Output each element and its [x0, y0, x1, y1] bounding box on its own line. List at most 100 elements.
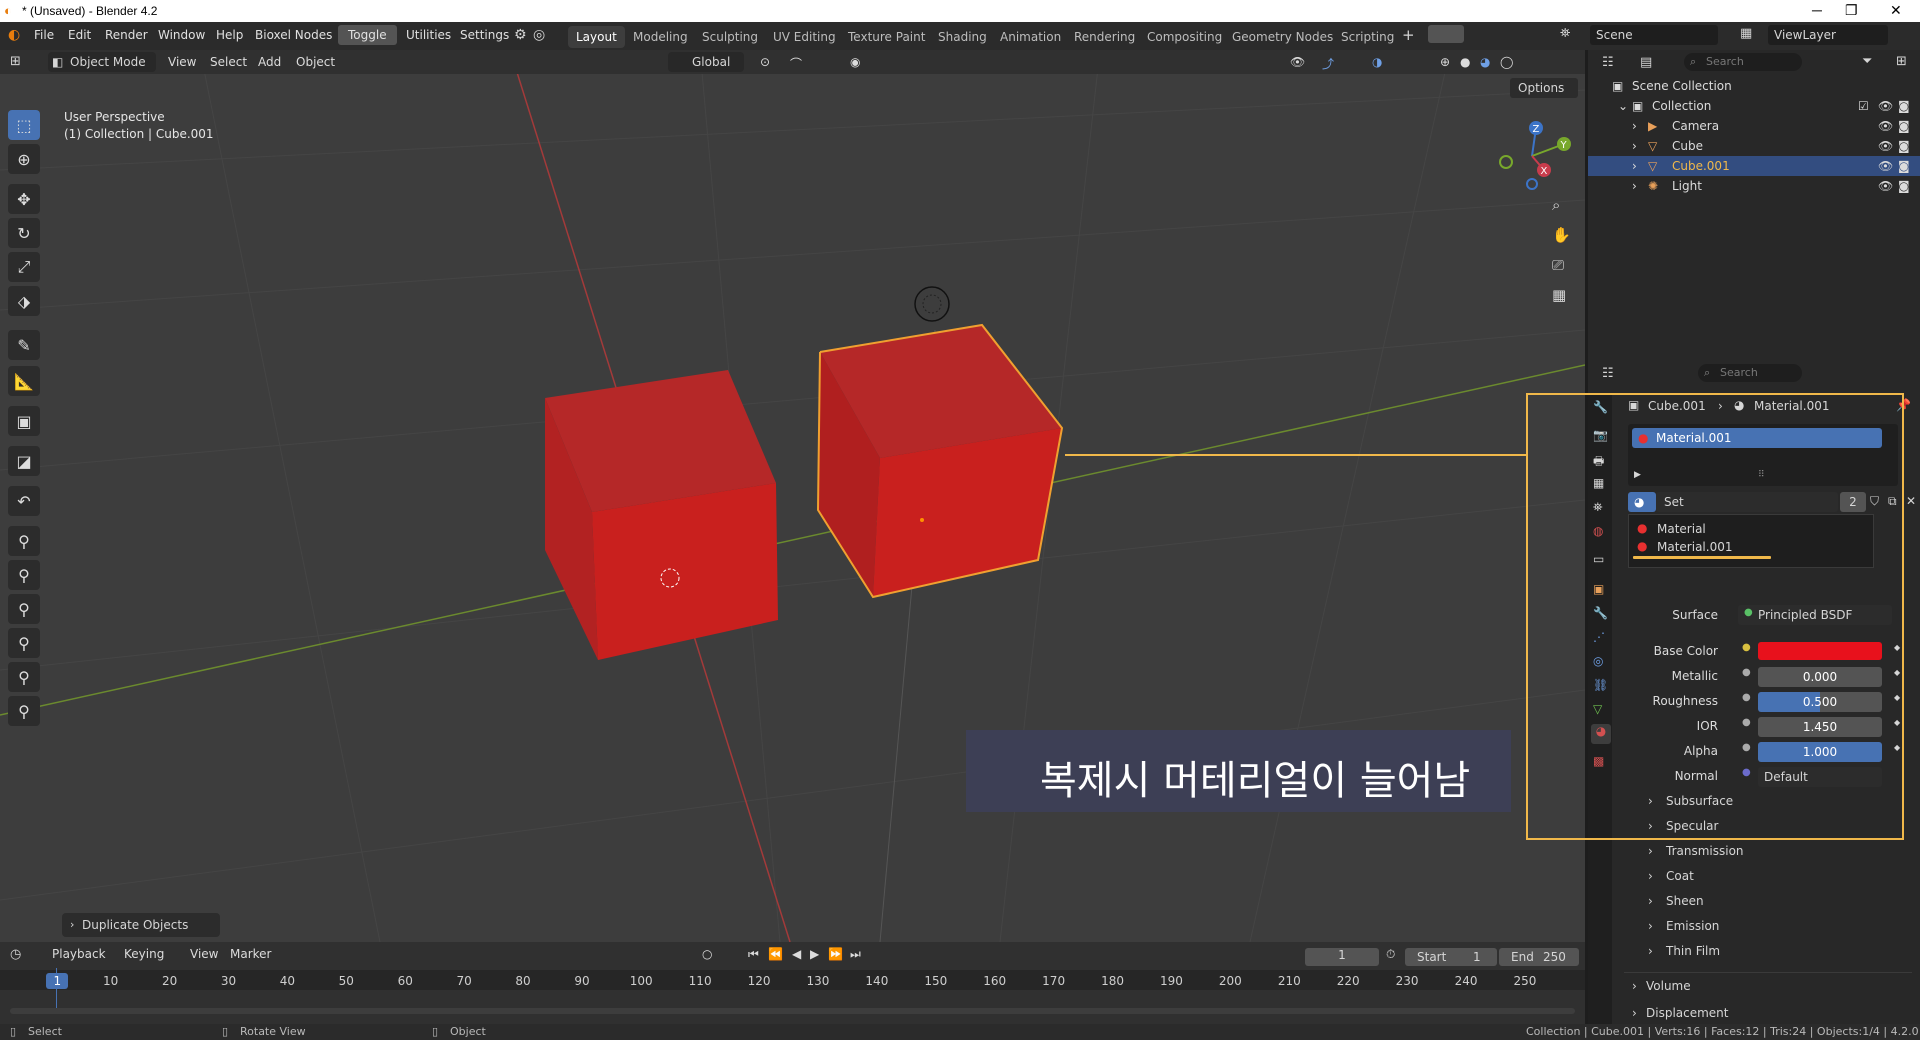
tool-extra-1[interactable]: ◪	[8, 446, 40, 476]
transform-orientation-selector[interactable]: Global	[668, 52, 744, 72]
jump-start-icon[interactable]: ⏮	[748, 947, 759, 962]
tool-extra-7[interactable]: ⚲	[8, 662, 40, 692]
keyframe-dot-icon[interactable]: ◆	[1894, 718, 1900, 727]
timeline-editor-type-icon[interactable]: ◷	[10, 947, 21, 962]
subpanel-header[interactable]: Subsurface	[1666, 794, 1733, 808]
cube-object[interactable]	[545, 370, 778, 660]
tool-extra-5[interactable]: ⚲	[8, 594, 40, 624]
eye-icon[interactable]: 👁	[1878, 139, 1893, 153]
render-camera-icon[interactable]: ◙	[1898, 139, 1910, 153]
close-button[interactable]: ✕	[1890, 2, 1902, 19]
view-layer-tab-icon[interactable]: ▦	[1593, 476, 1604, 490]
base-color-swatch[interactable]	[1758, 642, 1882, 660]
resize-grip-icon[interactable]: ⠿	[1758, 470, 1765, 480]
add-workspace-icon[interactable]: +	[1402, 26, 1415, 44]
outliner-row-collection[interactable]: ⌄ ▣ Collection ☑ 👁 ◙	[1588, 96, 1920, 116]
render-camera-icon[interactable]: ◙	[1898, 99, 1910, 113]
menu-utilities[interactable]: Utilities	[406, 28, 451, 42]
eye-icon[interactable]: 👁	[1878, 119, 1893, 133]
tool-extra-8[interactable]: ⚲	[8, 696, 40, 726]
texture-tab-icon[interactable]: ▩	[1593, 754, 1604, 768]
tab-texture-paint[interactable]: Texture Paint	[840, 26, 933, 48]
end-frame-field[interactable]: End 250	[1499, 948, 1579, 966]
tool-extra-3[interactable]: ⚲	[8, 526, 40, 556]
menu-file[interactable]: File	[34, 28, 54, 42]
material-dropdown[interactable]: ● Material ● Material.001	[1628, 514, 1874, 568]
menu-add[interactable]: Add	[258, 55, 281, 69]
select-box-tool[interactable]: ⬚	[8, 110, 40, 140]
add-cube-tool[interactable]: ▣	[8, 406, 40, 436]
jump-keyframe-forward-icon[interactable]: ⏩	[828, 947, 843, 961]
menu-object[interactable]: Object	[296, 55, 335, 69]
physics-tab-icon[interactable]: ◎	[1593, 654, 1603, 668]
jump-end-icon[interactable]: ⏭	[850, 947, 861, 962]
dropdown-item-material-001[interactable]: Material.001	[1657, 540, 1732, 554]
overlay-icon[interactable]: ◑	[1372, 55, 1382, 69]
expand-triangle-icon[interactable]: ▶	[1634, 470, 1641, 480]
outliner-row-cube-001[interactable]: › ▽ Cube.001 👁 ◙	[1588, 156, 1920, 176]
start-frame-field[interactable]: Start 1	[1405, 948, 1497, 966]
eye-icon[interactable]: 👁	[1878, 179, 1893, 193]
vr-toggle-icon[interactable]	[1428, 25, 1464, 43]
dropdown-item-material[interactable]: Material	[1657, 522, 1706, 536]
menu-bioxel-nodes[interactable]: Bioxel Nodes	[255, 28, 332, 42]
camera-view-icon[interactable]: ⎚	[1552, 256, 1564, 274]
render-camera-icon[interactable]: ◙	[1898, 179, 1910, 193]
view-layer-selector[interactable]: ViewLayer	[1768, 25, 1888, 45]
pivot-icon[interactable]: ⊙	[760, 55, 770, 69]
tab-animation[interactable]: Animation	[992, 26, 1069, 48]
collection-tab-icon[interactable]: ▭	[1593, 552, 1604, 566]
menu-marker[interactable]: Marker	[230, 947, 271, 961]
subpanel-header[interactable]: Transmission	[1666, 844, 1744, 858]
menu-playback[interactable]: Playback	[52, 947, 106, 961]
menu-render[interactable]: Render	[105, 28, 148, 42]
data-tab-icon[interactable]: ▽	[1593, 702, 1602, 716]
subpanel-header[interactable]: Sheen	[1666, 894, 1704, 908]
display-mode-icon[interactable]: ▤	[1640, 55, 1652, 70]
keyframe-dot-icon[interactable]: ◆	[1894, 668, 1900, 677]
zoom-icon[interactable]: ⌕	[1552, 196, 1560, 214]
material-slot-selected[interactable]: ● Material.001	[1632, 428, 1882, 448]
menu-window[interactable]: Window	[158, 28, 205, 42]
tab-modeling[interactable]: Modeling	[625, 26, 696, 48]
menu-view[interactable]: View	[168, 55, 196, 69]
navigation-gizmo[interactable]: Z Y X	[1492, 114, 1572, 194]
menu-edit[interactable]: Edit	[68, 28, 91, 42]
tab-geometry-nodes[interactable]: Geometry Nodes	[1224, 26, 1341, 48]
tool-extra-2[interactable]: ↶	[8, 486, 40, 516]
modifier-tab-icon[interactable]: 🔧	[1593, 606, 1608, 620]
material-name-field[interactable]: Set	[1656, 492, 1838, 512]
world-tab-icon[interactable]: ◍	[1593, 524, 1603, 538]
properties-panel[interactable]: ☷ ⌕ Search 🔧 📷 🖶 ▦ ⛯ ◍ ▭ ▣ 🔧 ⋰ ◎ ⛓ ▽ ◕ ▩…	[1588, 362, 1920, 1024]
tool-extra-4[interactable]: ⚲	[8, 560, 40, 590]
minimize-button[interactable]: ─	[1812, 2, 1822, 18]
tab-rendering[interactable]: Rendering	[1066, 26, 1143, 48]
scene-icon[interactable]: ⛯	[1560, 26, 1570, 41]
tool-tab-icon[interactable]: 🔧	[1593, 400, 1608, 414]
mode-selector[interactable]: ◧ Object Mode	[48, 52, 156, 72]
tab-scripting[interactable]: Scripting	[1333, 26, 1402, 48]
rotate-tool[interactable]: ↻	[8, 218, 40, 248]
scale-tool[interactable]: ⤢	[8, 252, 40, 282]
proportional-edit-icon[interactable]: ◉	[850, 55, 860, 69]
outliner-search-input[interactable]: ⌕ Search	[1684, 53, 1802, 71]
outliner-row-cube[interactable]: › ▽ Cube 👁 ◙	[1588, 136, 1920, 156]
outliner-row-light[interactable]: › ✺ Light 👁 ◙	[1588, 176, 1920, 196]
subpanel-header[interactable]: Thin Film	[1666, 944, 1720, 958]
metallic-field[interactable]: 0.000	[1758, 667, 1882, 687]
tab-layout[interactable]: Layout	[568, 26, 625, 48]
volume-panel-header[interactable]: Volume	[1646, 979, 1691, 993]
measure-tool[interactable]: 📐	[8, 366, 40, 396]
output-tab-icon[interactable]: 🖶	[1593, 452, 1604, 473]
tab-uv-editing[interactable]: UV Editing	[765, 26, 844, 48]
pan-hand-icon[interactable]: ✋	[1552, 226, 1571, 244]
constraints-tab-icon[interactable]: ⛓	[1593, 678, 1608, 692]
editor-type-icon[interactable]: ⊞	[10, 54, 21, 69]
visibility-icon[interactable]: 👁	[1290, 55, 1305, 69]
operator-panel[interactable]: › Duplicate Objects	[62, 913, 220, 937]
play-icon[interactable]: ▶	[810, 947, 819, 961]
3d-viewport[interactable]: 복제시 머테리얼이 늘어남 User Perspective (1) Colle…	[0, 50, 1585, 942]
snap-icon[interactable]: ⌒	[790, 55, 802, 72]
new-collection-icon[interactable]: ⊞	[1896, 54, 1907, 69]
jump-keyframe-back-icon[interactable]: ⏪	[768, 947, 783, 961]
